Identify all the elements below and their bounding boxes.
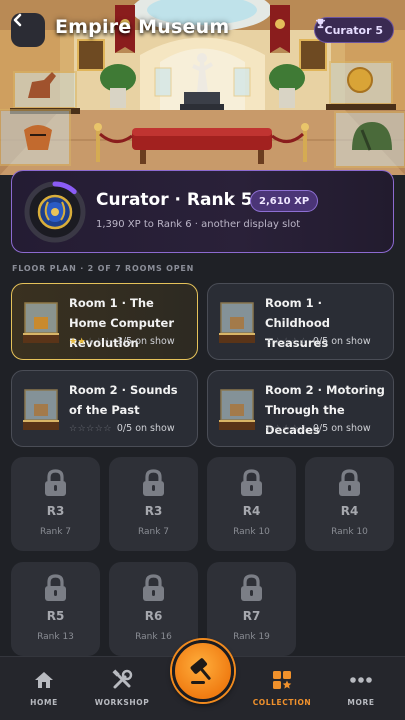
locked-room-requirement: Rank 7	[137, 527, 170, 537]
display-case-icon	[219, 302, 255, 343]
star-icon: ☆	[273, 336, 283, 347]
room-card[interactable]: Room 1 · The Home Computer Revolution ★★☆…	[11, 283, 198, 360]
locked-room-name: R4	[242, 504, 261, 518]
locked-room-tile[interactable]: R7 Rank 19	[207, 562, 296, 656]
padlock-icon	[45, 469, 66, 496]
collection-icon	[273, 671, 292, 689]
room-card[interactable]: Room 2 · Sounds of the Past ☆☆☆☆☆ 0/5 on s…	[11, 370, 198, 447]
locked-room-name: R3	[144, 504, 163, 518]
nav-more[interactable]: MORE	[325, 657, 397, 720]
room-progress: ☆☆☆☆☆ 0/5 on show	[265, 423, 371, 434]
rank-title: Curator · Rank 5	[96, 190, 253, 210]
auction-fab-button[interactable]	[172, 640, 234, 702]
laurel-medal-icon	[37, 194, 73, 230]
more-dots-icon	[350, 677, 372, 683]
curator-level-badge[interactable]: Curator 5	[313, 17, 394, 43]
home-icon	[35, 672, 53, 688]
nav-collection-label: COLLECTION	[252, 698, 312, 707]
padlock-icon	[143, 574, 164, 601]
padlock-icon	[45, 574, 66, 601]
on-show-count: 0/5 on show	[116, 423, 175, 434]
star-rating: ☆☆☆☆☆	[265, 337, 308, 347]
padlock-icon	[241, 469, 262, 496]
locked-room-tile[interactable]: R3 Rank 7	[11, 457, 100, 551]
chevron-left-icon	[13, 13, 22, 27]
nav-more-label: MORE	[347, 698, 375, 707]
nav-home[interactable]: HOME	[8, 657, 80, 720]
padlock-icon	[339, 469, 360, 496]
locked-room-tile[interactable]: R4 Rank 10	[305, 457, 394, 551]
on-show-count: 3/5 on show	[116, 336, 175, 347]
star-icon: ☆	[282, 336, 291, 347]
star-icon: ☆	[103, 336, 112, 347]
star-icon: ☆	[77, 423, 87, 434]
nav-workshop[interactable]: WORKSHOP	[86, 657, 158, 720]
locked-room-requirement: Rank 19	[233, 632, 270, 642]
trophy-icon	[315, 18, 325, 29]
star-icon: ☆	[273, 423, 283, 434]
room-progress: ☆☆☆☆☆ 0/5 on show	[265, 336, 371, 347]
locked-room-tile[interactable]: R5 Rank 13	[11, 562, 100, 656]
locked-room-name: R4	[340, 504, 359, 518]
locked-room-name: R6	[144, 609, 163, 623]
star-icon: ☆	[86, 336, 95, 347]
display-case-icon	[219, 389, 255, 430]
star-icon: ☆	[265, 336, 274, 347]
star-icon: ☆	[282, 423, 291, 434]
gavel-icon	[190, 658, 211, 684]
nav-collection[interactable]: COLLECTION	[246, 657, 318, 720]
display-case-icon	[23, 389, 59, 430]
nav-home-label: HOME	[30, 698, 58, 707]
tools-icon	[112, 669, 133, 689]
display-case-icon	[23, 302, 59, 343]
padlock-icon	[143, 469, 164, 496]
locked-room-name: R3	[46, 504, 65, 518]
locked-room-tile[interactable]: R4 Rank 10	[207, 457, 296, 551]
locked-room-name: R5	[46, 609, 65, 623]
star-rating: ★★☆☆☆	[69, 337, 112, 347]
star-icon: ☆	[86, 423, 95, 434]
star-icon: ☆	[299, 336, 308, 347]
floor-plan-label: FLOOR PLAN · 2 OF 7 ROOMS OPEN	[12, 264, 195, 273]
star-rating: ☆☆☆☆☆	[69, 424, 112, 434]
locked-room-tile[interactable]: R3 Rank 7	[109, 457, 198, 551]
locked-room-requirement: Rank 7	[39, 527, 72, 537]
locked-room-name: R7	[242, 609, 261, 623]
page-title: Empire Museum	[55, 16, 230, 38]
rank-progress-text: 1,390 XP to Rank 6 · another display slo…	[96, 219, 301, 230]
star-icon: ☆	[69, 423, 78, 434]
locked-room-requirement: Rank 10	[331, 527, 368, 537]
curator-rank-card[interactable]: Curator · Rank 5 2,610 XP 1,390 XP to Ra…	[11, 170, 394, 253]
padlock-icon	[241, 574, 262, 601]
on-show-count: 0/5 on show	[312, 336, 371, 347]
locked-room-requirement: Rank 16	[135, 632, 172, 642]
room-name: Room 2 · Sounds of the Past	[69, 383, 178, 417]
on-show-count: 0/5 on show	[312, 423, 371, 434]
room-card[interactable]: Room 1 · Childhood Treasures ☆☆☆☆☆ 0/5 on …	[207, 283, 394, 360]
locked-room-requirement: Rank 13	[37, 632, 74, 642]
room-progress: ★★☆☆☆ 3/5 on show	[69, 336, 175, 347]
room-progress: ☆☆☆☆☆ 0/5 on show	[69, 423, 175, 434]
back-button[interactable]	[11, 13, 45, 47]
star-icon: ★	[69, 336, 78, 347]
rank-progress-ring	[24, 181, 86, 243]
locked-room-requirement: Rank 10	[233, 527, 270, 537]
locked-room-tile[interactable]: R6 Rank 16	[109, 562, 198, 656]
star-icon: ★	[77, 336, 87, 347]
room-card[interactable]: Room 2 · Motoring Through the Decades ☆☆☆…	[207, 370, 394, 447]
xp-badge: 2,610 XP	[250, 190, 319, 212]
nav-workshop-label: WORKSHOP	[94, 698, 150, 707]
star-icon: ☆	[265, 423, 274, 434]
museum-hero-banner: Empire Museum Curator 5	[0, 0, 405, 175]
star-rating: ☆☆☆☆☆	[265, 424, 308, 434]
star-icon: ☆	[299, 423, 308, 434]
curator-level-label: Curator 5	[324, 23, 383, 37]
star-icon: ☆	[103, 423, 112, 434]
